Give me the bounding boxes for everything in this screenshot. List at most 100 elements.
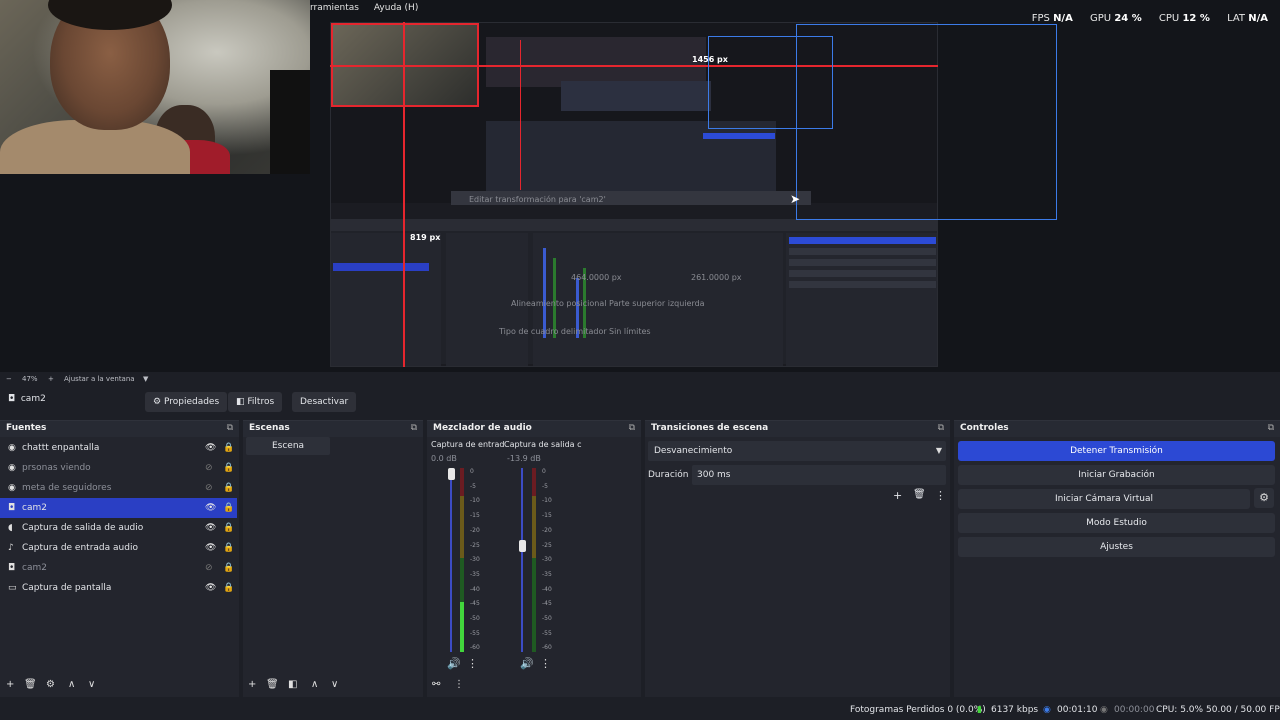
source-item[interactable]: ◉ chattt enpantalla 👁 🔒 — [0, 438, 237, 458]
source-item[interactable]: ◖ Captura de salida de audio 👁 🔒 — [0, 518, 237, 538]
source-item[interactable]: ◘ cam2 ⊘ 🔒 — [0, 558, 237, 578]
dock-float-icon[interactable]: ⧉ — [938, 423, 944, 433]
stop-streaming-button[interactable]: Detener Transmisión — [958, 441, 1275, 461]
menu-herramientas[interactable]: rramientas — [310, 3, 359, 13]
volume-fader-knob[interactable] — [448, 468, 455, 480]
lock-icon[interactable]: 🔒 — [223, 563, 234, 573]
lock-icon[interactable]: 🔒 — [223, 483, 234, 493]
meter-scale-label: 0 — [470, 468, 474, 475]
record-time: 00:00:00 — [1114, 705, 1155, 715]
gear-icon: ⚙ — [153, 397, 162, 407]
remove-scene-icon[interactable]: 🗑 — [266, 679, 279, 690]
eye-icon[interactable]: 👁 — [205, 583, 216, 593]
scenes-dock-title: Escenas — [249, 423, 290, 433]
lock-icon[interactable]: 🔒 — [223, 543, 234, 553]
source-item[interactable]: ▭ Captura de pantalla 👁 🔒 — [0, 578, 237, 598]
move-up-icon[interactable]: ∧ — [68, 679, 75, 690]
dock-float-icon[interactable]: ⧉ — [1268, 423, 1274, 433]
eye-icon[interactable]: 👁 — [205, 443, 216, 453]
source-type-icon: ◉ — [8, 483, 16, 493]
zoom-menu-icon[interactable]: ▼ — [143, 375, 148, 383]
preview-area[interactable]: rramientas Ayuda (H) FPS N/A GPU 24 % CP… — [0, 0, 1280, 372]
meter-scale-label: -40 — [542, 585, 552, 593]
duration-label: Duración — [648, 470, 689, 480]
source-item[interactable]: ◘ cam2 👁 🔒 — [0, 498, 237, 518]
dock-float-icon[interactable]: ⧉ — [411, 423, 417, 433]
zoom-in-button[interactable]: + — [48, 375, 54, 383]
zoom-out-button[interactable]: − — [6, 375, 12, 383]
menu-ayuda[interactable]: Ayuda (H) — [374, 3, 418, 13]
dock-float-icon[interactable]: ⧉ — [629, 423, 635, 433]
virtual-camera-settings-icon[interactable]: ⚙ — [1254, 488, 1274, 508]
deactivate-button[interactable]: Desactivar — [292, 392, 357, 412]
lock-icon[interactable]: 🔒 — [223, 583, 234, 593]
source-toolbar: ◘ cam2 ⚙ Propiedades ◧ Filtros Desactiva… — [0, 389, 1280, 415]
eye-off-icon[interactable]: ⊘ — [205, 463, 213, 473]
signal-icon: ▮ — [977, 705, 982, 715]
volume-fader-track[interactable] — [450, 468, 452, 652]
transition-type-select[interactable]: Desvanecimiento ▼ — [648, 441, 946, 461]
remove-source-icon[interactable]: 🗑 — [24, 679, 37, 690]
transition-menu-icon[interactable]: ⋮ — [935, 489, 946, 502]
cursor-icon: ➤ — [790, 192, 801, 206]
source-item[interactable]: ◉ prsonas viendo ⊘ 🔒 — [0, 458, 237, 478]
scene-up-icon[interactable]: ∧ — [311, 679, 318, 690]
start-recording-button[interactable]: Iniciar Grabación — [958, 465, 1275, 485]
stat-cpu: CPU 12 % — [1158, 13, 1210, 24]
mixer-2-speaker-icon[interactable]: 🔊 — [520, 657, 534, 670]
lock-icon[interactable]: 🔒 — [223, 443, 234, 453]
scene-filter-icon[interactable]: ◧ — [288, 679, 297, 690]
source-item[interactable]: ♪ Captura de entrada audio 👁 🔒 — [0, 538, 237, 558]
eye-off-icon[interactable]: ⊘ — [205, 483, 213, 493]
meter-scale-label: -30 — [542, 556, 552, 564]
mixer-1-menu-icon[interactable]: ⋮ — [467, 657, 478, 670]
studio-mode-button[interactable]: Modo Estudio — [958, 513, 1275, 533]
start-virtual-camera-button[interactable]: Iniciar Cámara Virtual — [958, 489, 1250, 509]
eye-icon[interactable]: 👁 — [205, 503, 216, 513]
mixer-1-speaker-icon[interactable]: 🔊 — [447, 657, 461, 670]
controls-dock: Controles ⧉ — [954, 420, 1280, 697]
menu-bar: rramientas Ayuda (H) — [310, 3, 430, 13]
meter-scale-label: -5 — [542, 482, 548, 490]
filters-button[interactable]: ◧ Filtros — [228, 392, 283, 412]
meter-scale-label: -40 — [470, 585, 480, 593]
scene-down-icon[interactable]: ∨ — [331, 679, 338, 690]
mixer-menu-icon[interactable]: ⋮ — [454, 679, 464, 690]
duration-input[interactable]: 300 ms — [692, 465, 946, 485]
volume-fader-track[interactable] — [521, 468, 523, 652]
meter-scale-label: -35 — [542, 570, 552, 578]
bitrate: 6137 kbps — [991, 705, 1039, 715]
settings-button[interactable]: Ajustes — [958, 537, 1275, 557]
mixer-channel-2-name: Captura de salida c — [504, 440, 582, 449]
meter-level — [460, 602, 464, 652]
properties-button[interactable]: ⚙ Propiedades — [145, 392, 228, 412]
eye-icon[interactable]: 👁 — [205, 523, 216, 533]
source-settings-icon[interactable]: ⚙ — [46, 679, 55, 690]
mixer-dock-title: Mezclador de audio — [433, 423, 532, 433]
source-type-icon: ♪ — [8, 543, 14, 553]
eye-icon[interactable]: 👁 — [205, 543, 216, 553]
sources-toolbar: + 🗑 ⚙ ∧ ∨ — [0, 675, 239, 697]
meter-scale-label: -15 — [542, 512, 552, 520]
eye-off-icon[interactable]: ⊘ — [205, 563, 213, 573]
dock-float-icon[interactable]: ⧉ — [227, 423, 233, 433]
add-scene-icon[interactable]: + — [248, 679, 256, 690]
source-item[interactable]: ◉ meta de seguidores ⊘ 🔒 — [0, 478, 237, 498]
mixer-link-icon[interactable]: ⚯ — [432, 679, 440, 690]
volume-fader-knob[interactable] — [519, 540, 526, 552]
lock-icon[interactable]: 🔒 — [223, 503, 234, 513]
scene-item[interactable]: Escena — [246, 437, 330, 455]
lock-icon[interactable]: 🔒 — [223, 463, 234, 473]
source-type-icon: ◘ — [8, 503, 16, 513]
stat-gpu: GPU 24 % — [1090, 13, 1142, 24]
add-source-icon[interactable]: + — [6, 679, 14, 690]
source-type-icon: ▭ — [8, 583, 17, 593]
lock-icon[interactable]: 🔒 — [223, 523, 234, 533]
add-transition-icon[interactable]: + — [893, 489, 902, 502]
mixer-2-menu-icon[interactable]: ⋮ — [540, 657, 551, 670]
move-down-icon[interactable]: ∨ — [88, 679, 95, 690]
stream-icon: ◉ — [1043, 705, 1051, 715]
performance-stats: FPS N/A GPU 24 % CPU 12 % LAT N/A — [1018, 13, 1268, 24]
remove-transition-icon[interactable]: 🗑 — [913, 489, 926, 500]
fit-window-button[interactable]: Ajustar a la ventana — [64, 375, 135, 383]
